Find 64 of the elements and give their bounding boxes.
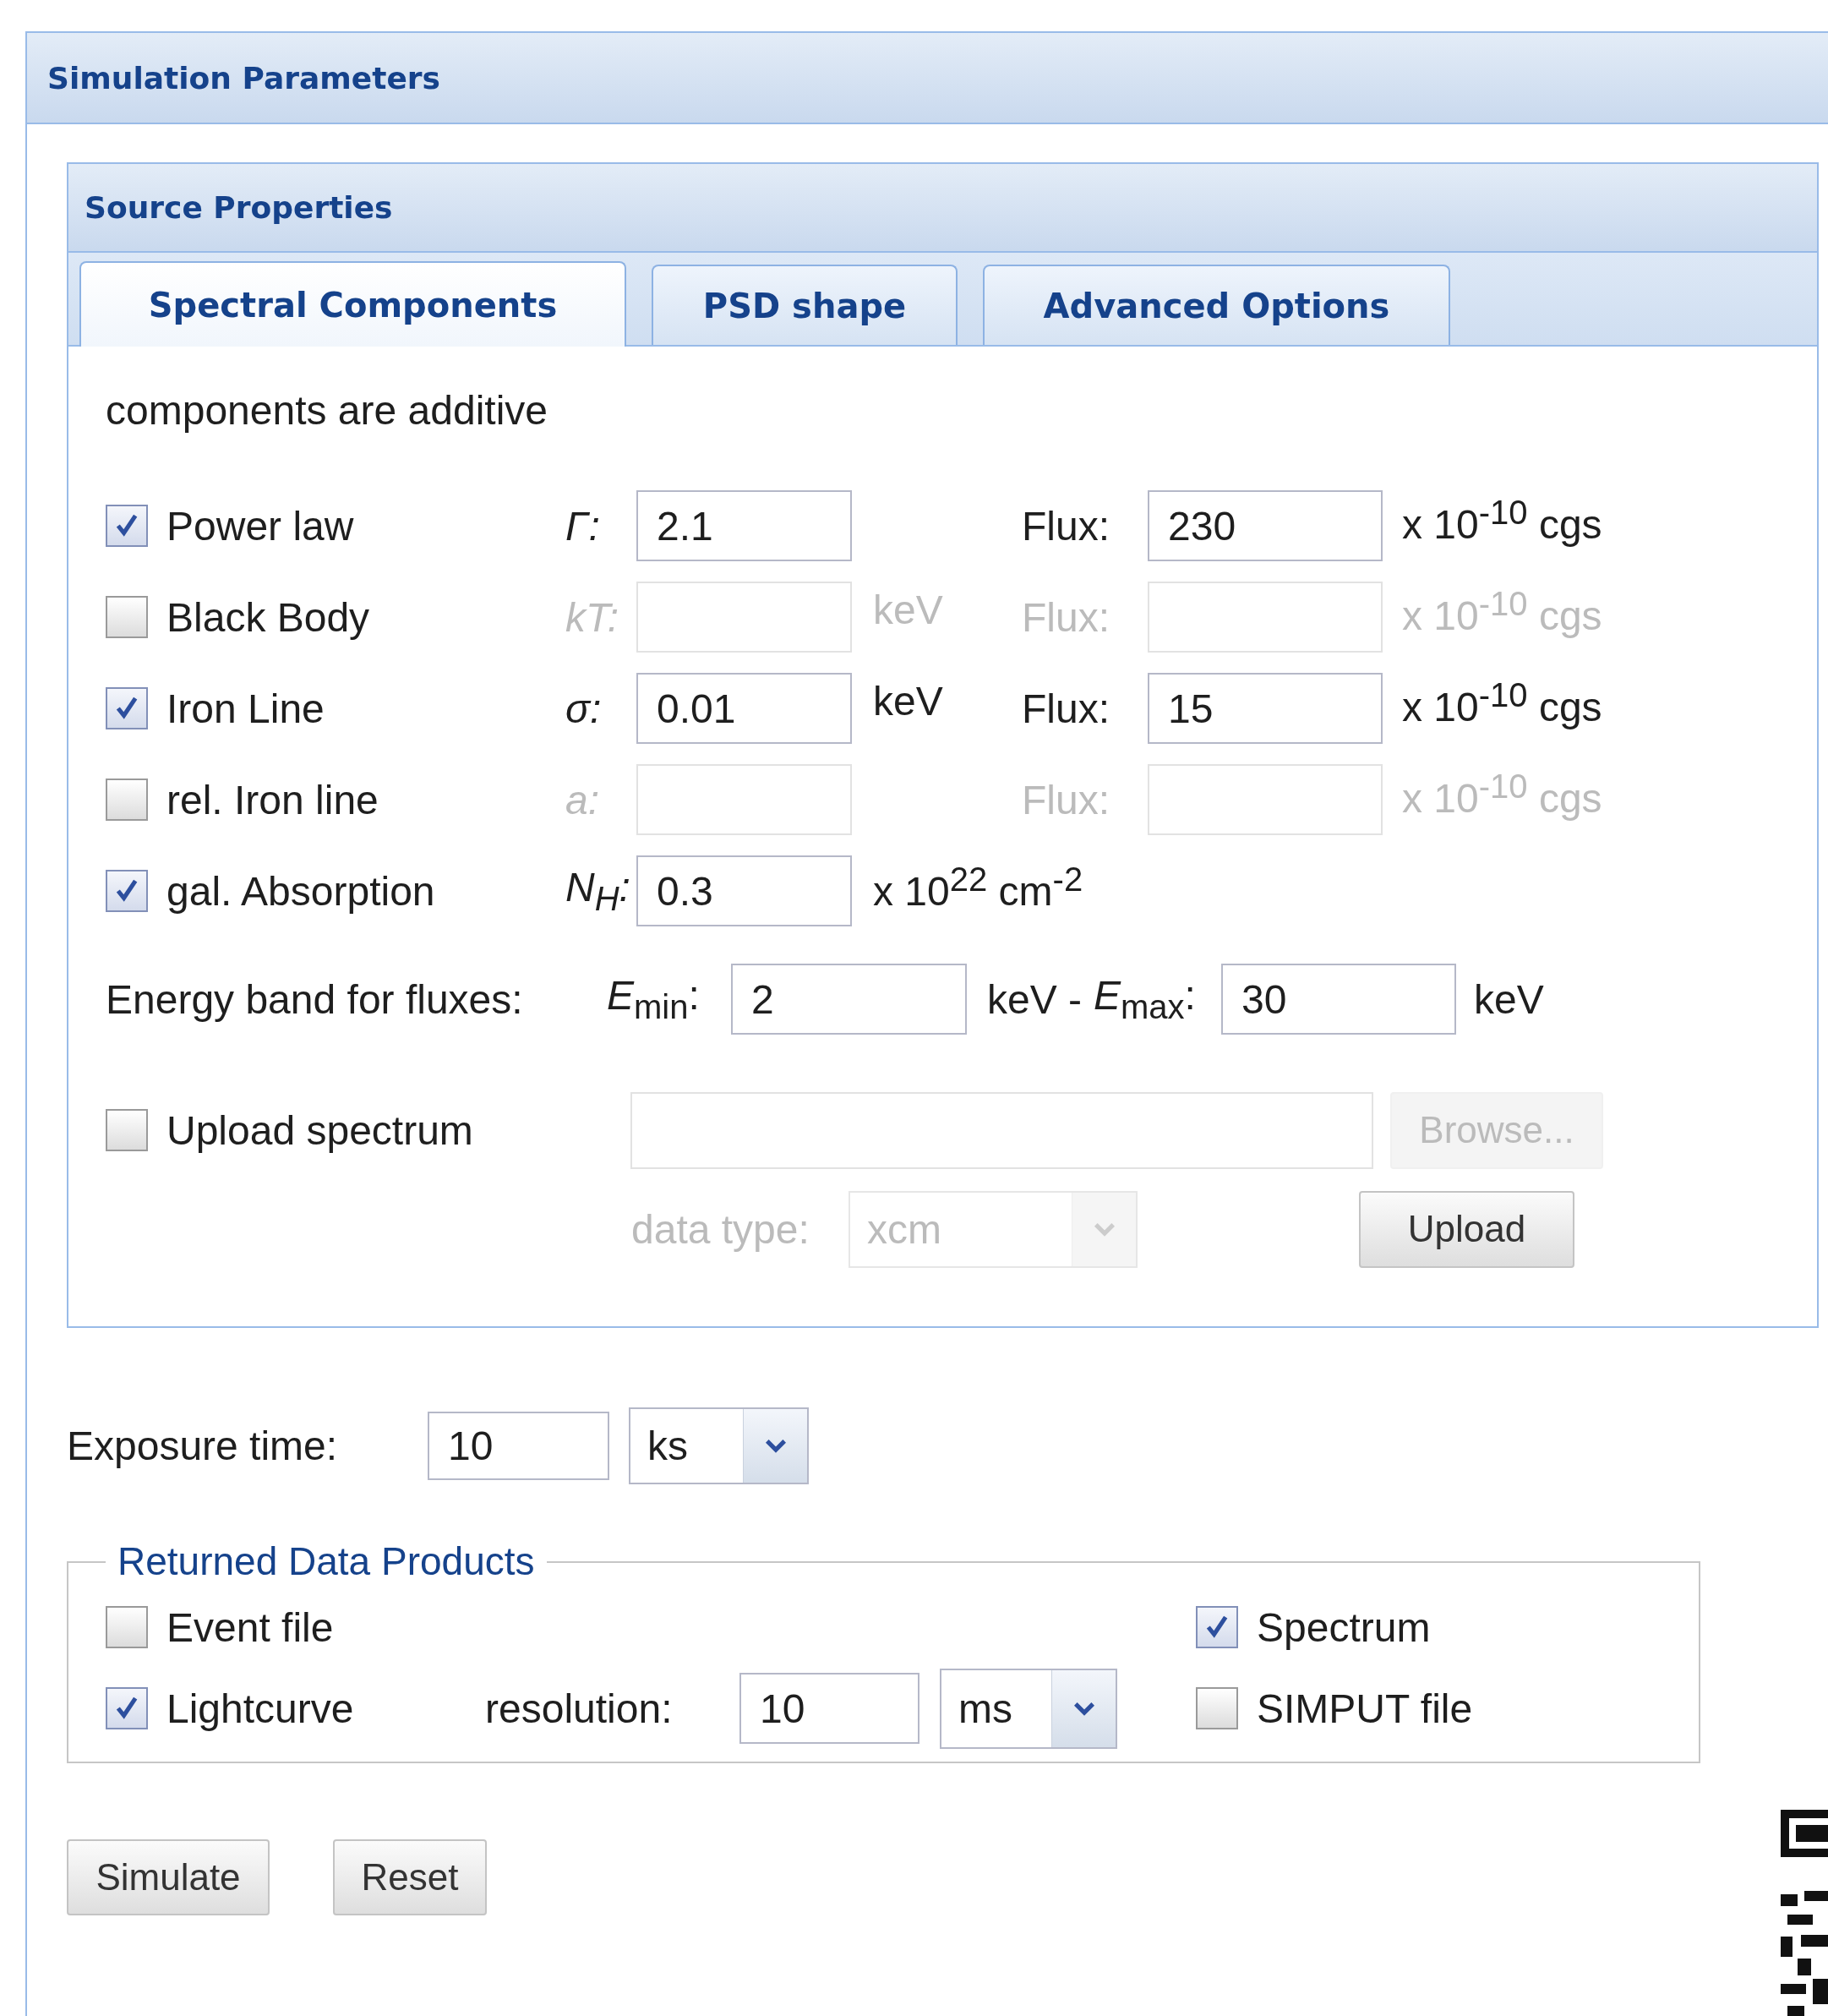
unit-label: x 10$^{-10}$ cgs <box>1401 584 1602 639</box>
input-field[interactable]: 10 <box>428 1411 609 1480</box>
panel-title: Simulation Parameters <box>47 60 440 96</box>
input-field[interactable]: 2.1 <box>636 490 852 561</box>
input-field[interactable]: 2 <box>731 964 967 1035</box>
tab[interactable]: PSD shape <box>652 265 958 345</box>
parameter-label: Γ: <box>565 502 601 549</box>
data-type-label: data type: <box>631 1205 810 1253</box>
parameter-label: N$_{H}$: <box>565 864 631 918</box>
input-field[interactable]: 0.3 <box>636 855 852 926</box>
upload-button[interactable]: Upload <box>1359 1190 1574 1268</box>
checkbox[interactable] <box>106 687 148 729</box>
unit-label: keV <box>873 587 943 632</box>
checkbox[interactable] <box>1196 1606 1238 1648</box>
parameter-label: E$_{min}$: <box>607 972 701 1026</box>
resolution-label: resolution: <box>485 1685 674 1732</box>
note-text: components are additive <box>106 387 548 434</box>
component-label: gal. Absorption <box>166 867 436 915</box>
component-label: Iron Line <box>166 685 325 732</box>
parameter-label: σ: <box>565 685 603 732</box>
flux-label: Flux: <box>1022 776 1110 823</box>
input-field[interactable]: 10 <box>739 1673 919 1744</box>
tab[interactable]: Advanced Options <box>983 265 1450 345</box>
flux-label: Flux: <box>1022 502 1110 549</box>
checkbox[interactable] <box>106 779 148 821</box>
flux-label: Flux: <box>1022 685 1110 732</box>
component-label: Black Body <box>166 593 371 641</box>
exposure-time-label: Exposure time: <box>67 1422 339 1469</box>
energy-band-label: Energy band for fluxes: <box>106 975 524 1023</box>
input-field[interactable]: 30 <box>1221 964 1456 1035</box>
checkbox-label: Lightcurve <box>166 1685 355 1732</box>
unit-select[interactable]: ks <box>629 1407 809 1484</box>
checkbox-label: SIMPUT file <box>1257 1685 1473 1732</box>
checkbox[interactable] <box>106 1109 148 1151</box>
checkbox[interactable] <box>106 505 148 547</box>
input-field[interactable]: 0.01 <box>636 673 852 744</box>
input-field[interactable]: 15 <box>1148 673 1383 744</box>
form-button[interactable]: Simulate <box>67 1839 270 1915</box>
checkbox[interactable] <box>106 596 148 638</box>
checkbox[interactable] <box>106 1687 148 1729</box>
unit-select[interactable]: ms <box>940 1668 1117 1749</box>
component-label: rel. Iron line <box>166 776 379 823</box>
form-button[interactable]: Reset <box>333 1839 487 1915</box>
unit-label: x 10$^{22}$ cm$^{-2}$ <box>873 869 1083 914</box>
parameter-label: kT: <box>565 593 620 641</box>
parameter-label: E$_{max}$: <box>1094 972 1197 1026</box>
unit-label: x 10$^{-10}$ cgs <box>1401 675 1602 730</box>
input-field[interactable]: 230 <box>1148 490 1383 561</box>
component-label: Power law <box>166 502 355 549</box>
unit-label: x 10$^{-10}$ cgs <box>1401 493 1602 548</box>
section-title: Source Properties <box>85 190 393 225</box>
unit-label: keV - <box>986 975 1083 1023</box>
checkbox[interactable] <box>106 870 148 912</box>
unit-label: keV <box>873 679 943 724</box>
checkbox-label: Spectrum <box>1257 1604 1431 1651</box>
checkbox-label: Upload spectrum <box>166 1106 474 1154</box>
checkbox[interactable] <box>106 1606 148 1648</box>
tab[interactable]: Spectral Components <box>79 261 626 347</box>
unit-label: keV <box>1473 975 1544 1023</box>
checkbox[interactable] <box>1196 1687 1238 1729</box>
unit-label: x 10$^{-10}$ cgs <box>1401 767 1602 822</box>
checkbox-label: Event file <box>166 1604 334 1651</box>
parameter-label: a: <box>565 776 601 823</box>
flux-label: Flux: <box>1022 593 1110 641</box>
